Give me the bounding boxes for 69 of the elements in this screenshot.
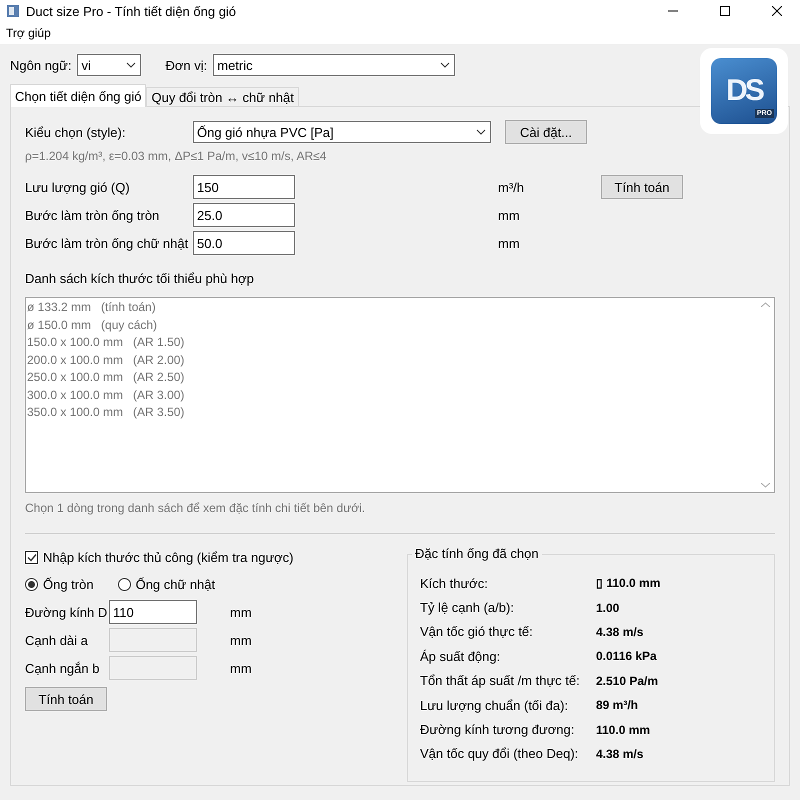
input-field[interactable]: 110 <box>109 600 197 624</box>
field-label: Kiểu chọn (style): <box>25 124 126 140</box>
unit-dropdown[interactable]: metric <box>213 54 456 76</box>
app-icon <box>6 4 20 18</box>
menu-item[interactable]: Trợ giúp <box>4 26 53 40</box>
field-label: Cạnh ngắn b <box>25 660 100 676</box>
unit-label: mm <box>230 660 252 676</box>
unit-label: mm <box>230 604 252 620</box>
property-value: 110.0 mm <box>596 722 652 737</box>
list-label: Danh sách kích thước tối thiểu phù hợp <box>25 270 254 286</box>
property-label: Áp suất động: <box>420 648 502 664</box>
input-field[interactable]: 50.0 <box>193 231 295 255</box>
property-label: Lưu lượng chuẩn (tối đa): <box>420 698 570 713</box>
field-label: Cạnh dài a <box>25 632 89 648</box>
input-field[interactable]: 25.0 <box>193 203 295 227</box>
property-label: Đường kính tương đương: <box>420 722 576 738</box>
checkbox[interactable] <box>25 550 38 564</box>
property-value: 0.0116 kPa <box>596 649 658 664</box>
property-value: 89 m³/h <box>596 698 640 712</box>
calculate-button[interactable]: Tính toán <box>25 687 107 711</box>
group-title: Đặc tính ống đã chọn <box>412 546 542 561</box>
property-label: Tỷ lệ cạnh (a/b): <box>420 600 515 616</box>
tab[interactable]: Chọn tiết diện ống gió <box>10 84 146 107</box>
style-dropdown[interactable]: Ống gió nhựa PVC [Pa] <box>193 121 491 143</box>
input-field[interactable]: 150 <box>193 175 295 199</box>
list-item[interactable]: ø 150.0 mm (quy cách) <box>26 316 158 334</box>
radio-label: Ống chữ nhật <box>136 576 216 592</box>
property-value: 4.38 m/s <box>596 624 644 639</box>
chevron-down-icon <box>126 62 136 68</box>
radio-label: Ống tròn <box>43 576 94 592</box>
tab[interactable]: Quy đổi tròn ↔ chữ nhật <box>146 87 299 107</box>
property-label: Vận tốc gió thực tế: <box>420 624 534 640</box>
unit-label: mm <box>230 632 252 648</box>
calculate-button[interactable]: Tính toán <box>601 175 683 199</box>
list-item[interactable]: 250.0 x 100.0 mm (AR 2.50) <box>26 369 184 386</box>
property-value: 1.00 <box>596 600 620 615</box>
unit-label: mm <box>498 208 521 222</box>
checkbox-label: Nhập kích thước thủ công (kiểm tra ngược) <box>43 550 294 564</box>
field-label: Đơn vị: <box>165 58 208 72</box>
unit-label: mm <box>498 236 521 250</box>
hint-text: Chọn 1 dòng trong danh sách để xem đặc tính chi tiết bên dưới. <box>25 501 366 515</box>
radio-button[interactable] <box>118 578 131 590</box>
close-icon <box>772 6 782 16</box>
settings-button[interactable]: Cài đặt... <box>505 120 587 144</box>
list-item[interactable]: 350.0 x 100.0 mm (AR 3.50) <box>26 404 184 422</box>
list-item[interactable]: 300.0 x 100.0 mm (AR 3.00) <box>26 386 184 404</box>
field-label: Bước làm tròn ống tròn <box>25 208 160 222</box>
minimize-icon <box>668 10 678 12</box>
chevron-down-icon <box>440 62 450 68</box>
maximize-icon <box>720 6 730 16</box>
property-label: Tổn thất áp suất /m thực tế: <box>420 673 581 688</box>
property-label: Kích thước: <box>420 576 489 591</box>
field-label: Đường kính D <box>25 604 108 620</box>
field-label: Lưu lượng gió (Q) <box>25 180 131 194</box>
radio-button[interactable] <box>25 578 38 590</box>
window-title: Duct size Pro - Tính tiết diện ống gió <box>26 4 238 18</box>
property-label: Vận tốc quy đổi (theo Deq): <box>420 746 580 762</box>
list-item[interactable]: ø 133.2 mm (tính toán) <box>26 299 156 316</box>
field-label: Ngôn ngữ: <box>10 58 72 72</box>
property-value: ▯ 110.0 mm <box>596 576 662 590</box>
parameters-text: ρ=1.204 kg/m³, ε=0.03 mm, ΔP≤1 Pa/m, v≤10 m/s, AR≤4 <box>25 149 326 163</box>
language-dropdown[interactable]: vi <box>77 54 142 76</box>
chevron-down-icon <box>476 129 486 135</box>
list-item[interactable]: 200.0 x 100.0 mm (AR 2.00) <box>26 352 184 369</box>
unit-label: m³/h <box>498 180 525 194</box>
list-item[interactable]: 150.0 x 100.0 mm (AR 1.50) <box>26 334 184 352</box>
property-value: 4.38 m/s <box>596 746 644 761</box>
property-value: 2.510 Pa/m <box>596 674 660 688</box>
field-label: Bước làm tròn ống chữ nhật <box>25 236 190 250</box>
